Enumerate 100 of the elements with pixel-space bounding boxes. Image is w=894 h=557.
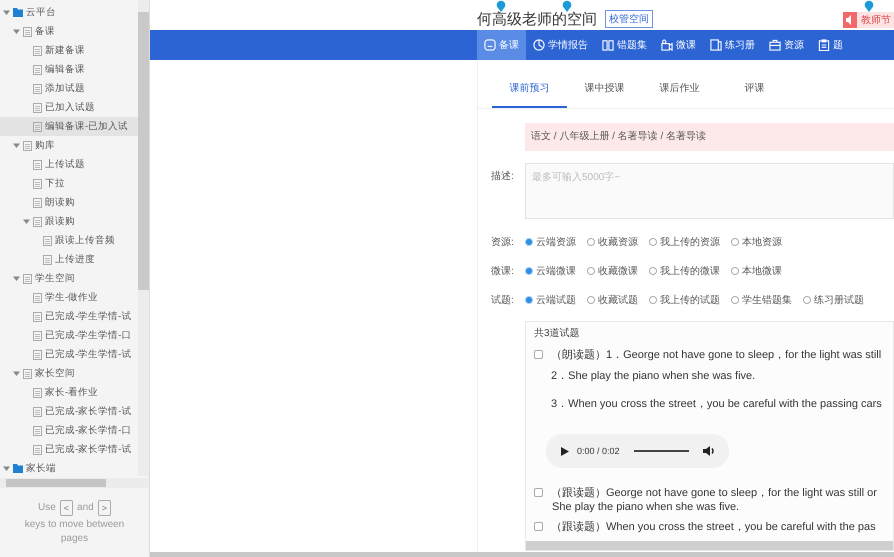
pin-marker-icon bbox=[864, 0, 874, 12]
nav-tab[interactable]: 资源 bbox=[762, 30, 811, 60]
clipboard-icon bbox=[818, 39, 830, 51]
tree-item[interactable]: 已加入试题 bbox=[0, 98, 138, 117]
page-title: 何高级老师的空间 bbox=[477, 11, 597, 28]
checkbox[interactable] bbox=[534, 488, 543, 496]
radio-option[interactable]: 我上传的试题 bbox=[649, 293, 720, 307]
nav-tab[interactable]: 题 bbox=[811, 30, 850, 60]
expanded-caret-icon[interactable] bbox=[13, 370, 22, 377]
tree-item[interactable]: 朗读购 bbox=[0, 193, 138, 212]
tree-item[interactable]: 下拉 bbox=[0, 174, 138, 193]
tab[interactable]: 评课 bbox=[717, 72, 792, 108]
nav-tab[interactable]: 错题集 bbox=[595, 30, 654, 60]
page-icon bbox=[43, 254, 52, 264]
radio-option[interactable]: 我上传的微课 bbox=[649, 264, 720, 278]
folder-icon bbox=[13, 464, 23, 473]
horizontal-scrollbar[interactable] bbox=[0, 478, 149, 488]
page-icon bbox=[33, 64, 42, 74]
tab[interactable]: 课中授课 bbox=[567, 72, 642, 108]
tree-item[interactable]: 已完成-家长学情-试 bbox=[0, 402, 138, 421]
radio-option[interactable]: 云端资源 bbox=[525, 235, 576, 249]
radio-option[interactable]: 练习册试题 bbox=[803, 293, 864, 307]
tree-item[interactable]: 家长空间 bbox=[0, 364, 138, 383]
horizontal-scrollbar[interactable] bbox=[526, 541, 893, 550]
radio-icon[interactable] bbox=[731, 296, 739, 304]
tree-item[interactable]: 已完成-学生学情-口 bbox=[0, 326, 138, 345]
tree-item[interactable]: 学生空间 bbox=[0, 269, 138, 288]
tree-item[interactable]: 编辑备课 bbox=[0, 60, 138, 79]
scrollbar[interactable] bbox=[138, 0, 149, 476]
page-icon bbox=[23, 140, 32, 150]
tree-item[interactable]: 已完成-学生学情-试 bbox=[0, 345, 138, 364]
tree-item[interactable]: 已完成-家长学情-试 bbox=[0, 440, 138, 459]
key-cap: < bbox=[60, 500, 74, 516]
page-icon bbox=[33, 198, 42, 208]
help-text: keys to move between pages bbox=[24, 518, 124, 546]
radio-icon[interactable] bbox=[525, 267, 533, 275]
play-icon[interactable] bbox=[561, 446, 569, 456]
radio-option[interactable]: 学生错题集 bbox=[731, 293, 792, 307]
tree-item[interactable]: 学生-做作业 bbox=[0, 288, 138, 307]
radio-icon[interactable] bbox=[587, 238, 595, 246]
tree-item[interactable]: 新建备课 bbox=[0, 41, 138, 60]
volume-icon[interactable] bbox=[702, 446, 715, 456]
tree-item[interactable]: 上传进度 bbox=[0, 250, 138, 269]
field-label: 描述: bbox=[491, 170, 515, 184]
radio-option[interactable]: 收藏试题 bbox=[587, 293, 638, 307]
tree-item[interactable]: 家长端 bbox=[0, 459, 138, 476]
tree-item[interactable]: 跟读购 bbox=[0, 212, 138, 231]
page-icon bbox=[33, 84, 42, 94]
nav-tab[interactable]: 学情报告 bbox=[526, 30, 595, 60]
question-text: She play the piano when she was five. bbox=[551, 500, 740, 514]
page-icon bbox=[23, 26, 32, 36]
nav-tab[interactable]: 练习册 bbox=[703, 30, 762, 60]
tree-item[interactable]: 家长-看作业 bbox=[0, 383, 138, 402]
tree-item[interactable]: 购库 bbox=[0, 136, 138, 155]
radio-option[interactable]: 云端试题 bbox=[525, 293, 576, 307]
expanded-caret-icon[interactable] bbox=[13, 28, 22, 35]
expanded-caret-icon[interactable] bbox=[13, 142, 22, 149]
tree-item[interactable]: 编辑备课-已加入试 bbox=[0, 117, 138, 136]
radio-icon[interactable] bbox=[525, 296, 533, 304]
pin-marker-icon bbox=[562, 0, 572, 12]
radio-option[interactable]: 收藏微课 bbox=[587, 264, 638, 278]
tree-item[interactable]: 添加试题 bbox=[0, 79, 138, 98]
radio-option[interactable]: 云端微课 bbox=[525, 264, 576, 278]
tree-item[interactable]: 上传试题 bbox=[0, 155, 138, 174]
radio-option[interactable]: 收藏资源 bbox=[587, 235, 638, 249]
radio-option[interactable]: 本地资源 bbox=[731, 235, 782, 249]
expanded-caret-icon[interactable] bbox=[23, 218, 32, 225]
radio-option[interactable]: 本地微课 bbox=[731, 264, 782, 278]
expanded-caret-icon[interactable] bbox=[13, 275, 22, 282]
checkbox[interactable] bbox=[534, 350, 543, 358]
radio-icon[interactable] bbox=[731, 267, 739, 275]
clock-icon bbox=[533, 39, 545, 51]
breadcrumb: 语文 / 八年级上册 / 名著导读 / 名著导读 bbox=[525, 123, 894, 151]
tree-item[interactable]: 已完成-家长学情-口 bbox=[0, 421, 138, 440]
tree-item[interactable]: 备课 bbox=[0, 22, 138, 41]
radio-option[interactable]: 我上传的资源 bbox=[649, 235, 720, 249]
page-icon bbox=[33, 292, 42, 302]
tab[interactable]: 课前预习 bbox=[492, 72, 567, 108]
audio-player[interactable]: 0:00 / 0:02 bbox=[546, 434, 729, 468]
radio-icon[interactable] bbox=[649, 296, 657, 304]
tab[interactable]: 课后作业 bbox=[642, 72, 717, 108]
description-field[interactable]: 最多可输入5000字~ bbox=[525, 163, 894, 219]
question-count: 共3道试题 bbox=[534, 326, 581, 340]
radio-icon[interactable] bbox=[731, 238, 739, 246]
tree-item[interactable]: 已完成-学生学情-试 bbox=[0, 307, 138, 326]
radio-icon[interactable] bbox=[649, 238, 657, 246]
tree-item[interactable]: 跟读上传音频 bbox=[0, 231, 138, 250]
radio-icon[interactable] bbox=[803, 296, 811, 304]
school-space-link[interactable]: 校管空间 bbox=[605, 10, 653, 28]
radio-icon[interactable] bbox=[587, 267, 595, 275]
expanded-caret-icon[interactable] bbox=[3, 465, 12, 472]
expanded-caret-icon[interactable] bbox=[3, 9, 12, 16]
tree-item[interactable]: 云平台 bbox=[0, 3, 138, 22]
radio-icon[interactable] bbox=[525, 238, 533, 246]
nav-tab[interactable]: 微课 bbox=[654, 30, 703, 60]
page-icon bbox=[33, 330, 42, 340]
radio-icon[interactable] bbox=[649, 267, 657, 275]
checkbox[interactable] bbox=[534, 522, 543, 530]
horizontal-scrollbar[interactable] bbox=[150, 552, 894, 557]
radio-icon[interactable] bbox=[587, 296, 595, 304]
